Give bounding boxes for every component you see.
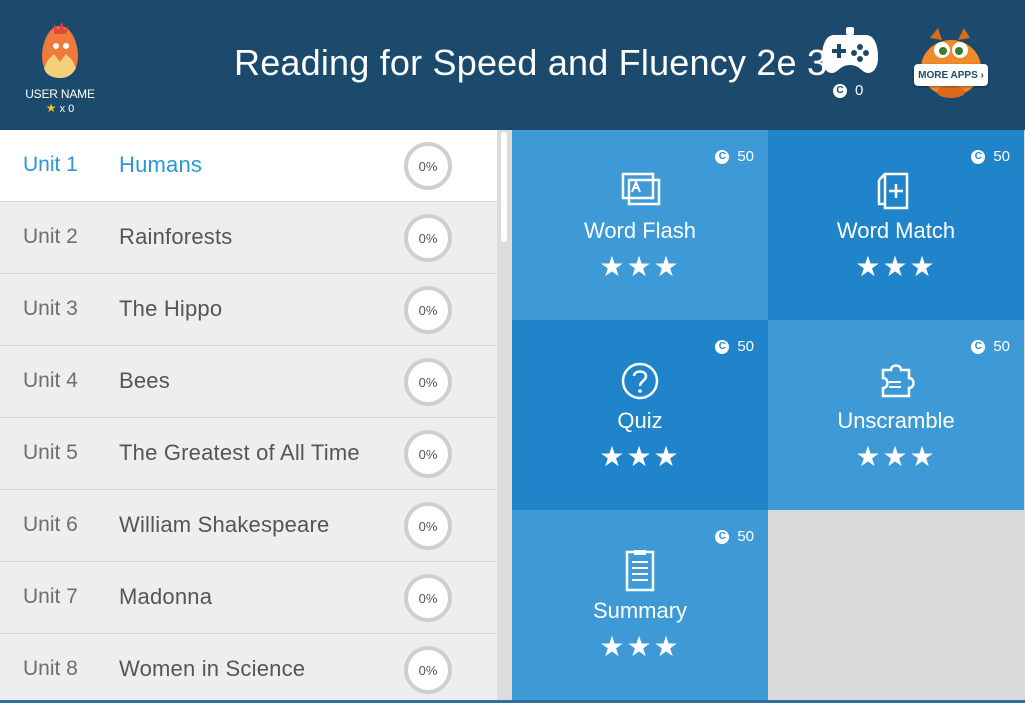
unit-title: The Greatest of All Time [119,440,360,465]
app-header: USER NAME ★ x 0 Reading for Speed and Fl… [0,0,1025,130]
activity-label: Summary [592,598,688,623]
activity-tile[interactable]: C 50 Summary ★★★ [512,510,768,700]
activity-coins: C 50 [971,148,1010,165]
unit-title: Madonna [119,584,213,609]
activity-label: Word Match [836,218,956,243]
page-title: Reading for Speed and Fluency 2e 3 [234,42,828,83]
activity-tile[interactable]: C 50 Word Match ★★★ [768,130,1024,320]
activity-stars: ★★★ [599,441,681,472]
unit-number: Unit 4 [23,369,78,392]
puzzle-icon [881,364,915,398]
unit-progress-ring: 0% [404,574,452,622]
activity-stars: ★★★ [599,631,681,662]
star-icon: ★ [45,101,57,115]
unit-progress-ring: 0% [404,430,452,478]
flashcard-icon [621,172,661,206]
unit-row[interactable]: Unit 3 The Hippo 0% [0,274,497,346]
activity-label: Word Flash [583,218,697,243]
unit-progress-ring: 0% [404,502,452,550]
unit-title: The Hippo [119,296,223,321]
unit-progress-ring: 0% [404,358,452,406]
coin-icon: C [715,339,730,354]
unit-number: Unit 1 [23,153,78,176]
unit-number: Unit 5 [23,441,78,464]
coin-icon: C [971,339,986,354]
more-apps-label: MORE APPS › [914,64,988,86]
unit-title: William Shakespeare [119,512,330,537]
unit-row[interactable]: Unit 5 The Greatest of All Time 0% [0,418,497,490]
activity-label: Quiz [617,408,663,433]
coin-icon: C [971,149,986,164]
unit-list-scrollbar[interactable] [497,130,512,703]
document-icon [625,550,655,592]
user-profile[interactable]: USER NAME ★ x 0 [18,20,102,115]
unit-row[interactable]: Unit 8 Women in Science 0% [0,634,497,703]
unit-number: Unit 2 [23,225,78,248]
monster-mascot-icon [921,28,981,98]
question-icon [621,362,659,400]
activity-coins: C 50 [715,148,754,165]
activity-stars: ★★★ [599,251,681,282]
activity-coin-count: 50 [737,338,754,355]
activity-coin-count: 50 [737,528,754,545]
activity-coins: C 50 [715,528,754,545]
activity-coin-count: 50 [993,148,1010,165]
unit-number: Unit 6 [23,513,78,536]
activity-grid: C 50 Word Flash ★★★ C 50 Word Match ★★★ C 50 Quiz ★… [512,130,1025,703]
coin-icon: C [833,83,847,98]
activity-coin-count: 50 [737,148,754,165]
unit-title: Rainforests [119,224,233,249]
unit-title: Humans [119,152,203,177]
activity-coins: C 50 [715,338,754,355]
coin-icon: C [715,529,730,544]
activity-coins: C 50 [971,338,1010,355]
unit-row[interactable]: Unit 2 Rainforests 0% [0,202,497,274]
activity-coin-count: 50 [993,338,1010,355]
user-stars: ★ x 0 [18,101,102,115]
unit-row[interactable]: Unit 6 William Shakespeare 0% [0,490,497,562]
scrollbar-thumb[interactable] [501,132,507,242]
user-name: USER NAME [25,87,95,101]
unit-progress-ring: 0% [404,646,452,694]
activity-label: Unscramble [837,408,955,433]
coin-icon: C [715,149,730,164]
unit-number: Unit 3 [23,297,78,320]
activity-tile[interactable]: C 50 Quiz ★★★ [512,320,768,510]
user-stars-count: x 0 [59,103,75,115]
activity-stars: ★★★ [855,441,937,472]
egg-mascot-icon [42,22,78,78]
activity-tile[interactable]: C 50 Word Flash ★★★ [512,130,768,320]
unit-row[interactable]: Unit 7 Madonna 0% [0,562,497,634]
coin-balance: C 0 [833,82,863,99]
coin-count: 0 [855,82,864,99]
unit-progress-ring: 0% [404,142,452,190]
unit-row[interactable]: Unit 1 Humans 0% [0,130,497,202]
more-apps-button[interactable]: MORE APPS › [908,24,994,100]
card-plus-icon [877,172,909,210]
unit-title: Women in Science [119,656,306,681]
unit-row[interactable]: Unit 4 Bees 0% [0,346,497,418]
unit-title: Bees [119,368,170,393]
unit-list: Unit 1 Humans 0% Unit 2 Rainforests 0% Unit 3 T… [0,130,497,703]
unit-progress-ring: 0% [404,286,452,334]
activity-tile[interactable]: C 50 Unscramble ★★★ [768,320,1024,510]
activity-stars: ★★★ [855,251,937,282]
unit-number: Unit 8 [23,657,78,680]
unit-number: Unit 7 [23,585,78,608]
unit-progress-ring: 0% [404,214,452,262]
gamepad-icon[interactable] [820,25,880,77]
